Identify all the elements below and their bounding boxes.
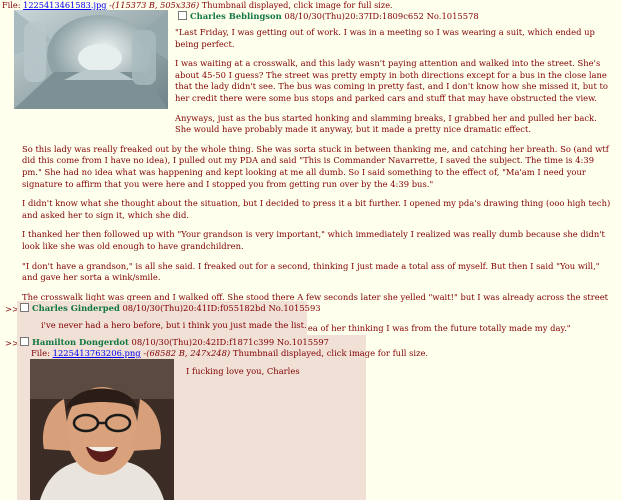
reply-file-link[interactable]: 1225413763206.png [53, 348, 141, 358]
op-paragraph: I didn't know what she thought about the… [22, 198, 611, 220]
op-post-datetime: 08/10/30(Thu)20:37 [284, 11, 370, 21]
op-post-number[interactable]: No.1015578 [427, 11, 479, 21]
reply-checkbox[interactable] [20, 337, 29, 346]
reply-poster-name: Charles Ginderped [32, 303, 120, 313]
reply-checkbox[interactable] [20, 303, 29, 312]
reply-file-note: Thumbnail displayed, click image for ful… [232, 348, 429, 358]
op-file-meta: -(115373 B, 505x336) [109, 0, 200, 10]
op-post-header: Charles Beblingson 08/10/30(Thu)20:37ID:… [178, 11, 479, 23]
op-post-body: "Last Friday, I was getting out of work.… [22, 27, 614, 342]
op-paragraph: So this lady was really freaked out by t… [22, 143, 609, 189]
reply-file-info: File: 1225413763206.png -(68582 B, 247x2… [31, 348, 428, 360]
reply-poster-name: Hamilton Dongerdot [32, 337, 129, 347]
reply-thumbnail-image[interactable] [30, 359, 174, 500]
reply-number[interactable]: No.1015597 [277, 337, 329, 347]
reply-datetime: 08/10/30(Thu)20:41 [122, 303, 208, 313]
op-poster-name: Charles Beblingson [190, 11, 282, 21]
op-post-id: ID:1809c652 [369, 11, 424, 21]
op-post-checkbox[interactable] [178, 11, 187, 20]
reply-datetime: 08/10/30(Thu)20:42 [131, 337, 217, 347]
op-paragraph: "I don't have a grandson," is all she sa… [22, 260, 600, 283]
op-paragraph: I thanked her then followed up with "You… [22, 229, 605, 251]
op-file-link[interactable]: 1225413461583.jpg [23, 0, 106, 10]
reply-number[interactable]: No.1015593 [268, 303, 320, 313]
op-paragraph: I was waiting at a crosswalk, and this l… [175, 58, 608, 103]
reply-id: ID:f055182bd [207, 303, 266, 313]
reply-text: I fucking love you, Charles [186, 366, 300, 376]
reply-file-label: File: [31, 348, 50, 358]
reply-header: Charles Ginderped 08/10/30(Thu)20:41ID:f… [20, 303, 321, 315]
reply-id: ID:f1871c399 [216, 337, 275, 347]
reply-text: i've never had a hero before, but i thin… [41, 320, 307, 330]
reply-header: Hamilton Dongerdot 08/10/30(Thu)20:42ID:… [20, 337, 329, 349]
reply-file-meta: -(68582 B, 247x248) [143, 348, 231, 358]
op-file-label: File: [2, 0, 21, 10]
op-file-note: Thumbnail displayed, click image for ful… [201, 0, 393, 10]
op-paragraph: Anyways, just as the bus started honking… [175, 112, 597, 135]
op-paragraph: "Last Friday, I was getting out of work.… [175, 27, 595, 49]
